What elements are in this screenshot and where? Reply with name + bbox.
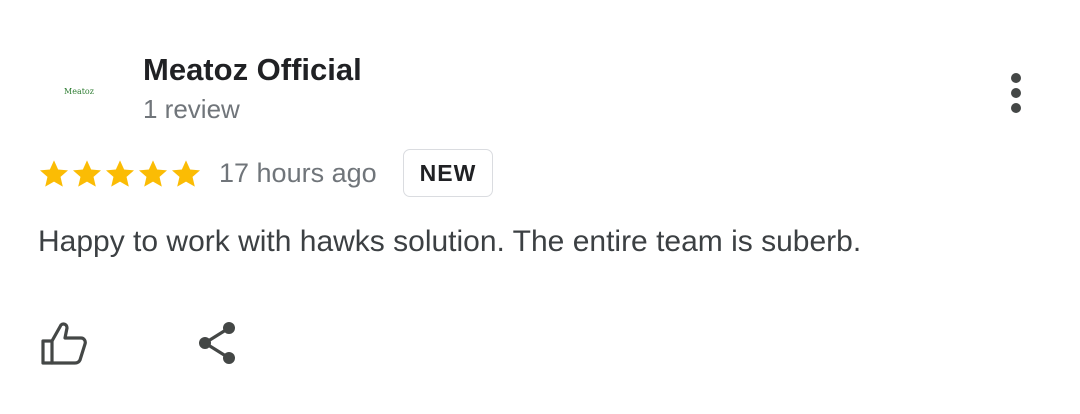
reviewer-avatar[interactable]: Meatoz	[40, 52, 118, 130]
share-icon	[199, 322, 235, 364]
more-options-button[interactable]	[996, 68, 1036, 118]
review-card: Meatoz Meatoz Official 1 review 17 hours…	[0, 0, 1080, 414]
avatar-logo-text: Meatoz	[64, 86, 94, 96]
star-icon	[106, 160, 134, 187]
reviewer-review-count[interactable]: 1 review	[143, 94, 240, 125]
star-icon	[73, 160, 101, 187]
star-icon	[139, 160, 167, 187]
star-icon	[40, 160, 68, 187]
review-time: 17 hours ago	[219, 158, 377, 188]
like-button[interactable]	[36, 316, 90, 370]
star-rating	[38, 158, 203, 190]
review-text: Happy to work with hawks solution. The e…	[38, 225, 862, 258]
reviewer-name[interactable]: Meatoz Official	[143, 52, 362, 88]
more-vert-icon	[1011, 73, 1021, 113]
star-icon	[172, 160, 200, 187]
thumb-up-icon	[41, 322, 87, 365]
share-button[interactable]	[190, 316, 244, 370]
new-badge: NEW	[403, 149, 493, 197]
